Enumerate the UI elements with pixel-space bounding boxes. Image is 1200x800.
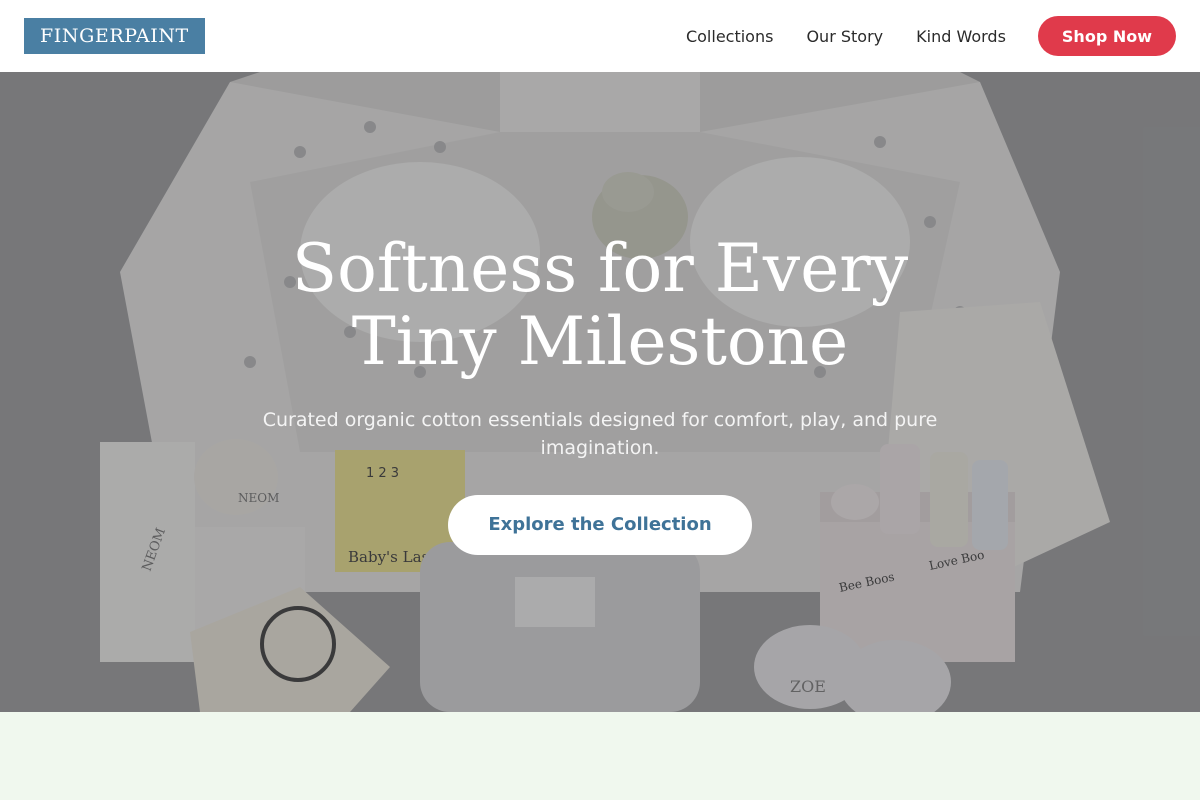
brand-logo[interactable]: FINGERPAINT — [24, 18, 205, 54]
site-header: FINGERPAINT Collections Our Story Kind W… — [0, 0, 1200, 72]
next-section — [0, 712, 1200, 800]
hero-section: NEOM NEOM 1 2 3 Baby's Last Love Boo Bee… — [0, 72, 1200, 712]
hero-subtitle: Curated organic cotton essentials design… — [262, 409, 938, 459]
hero-content: Softness for Every Tiny Milestone Curate… — [0, 232, 1200, 555]
nav-link-kind-words[interactable]: Kind Words — [916, 27, 1006, 46]
nav-link-our-story[interactable]: Our Story — [806, 27, 883, 46]
explore-collection-button[interactable]: Explore the Collection — [448, 495, 752, 555]
hero-title: Softness for Every Tiny Milestone — [291, 230, 909, 380]
nav-link-collections[interactable]: Collections — [686, 27, 773, 46]
shop-now-button[interactable]: Shop Now — [1037, 16, 1176, 56]
main-nav: Collections Our Story Kind Words Shop No… — [686, 16, 1176, 56]
